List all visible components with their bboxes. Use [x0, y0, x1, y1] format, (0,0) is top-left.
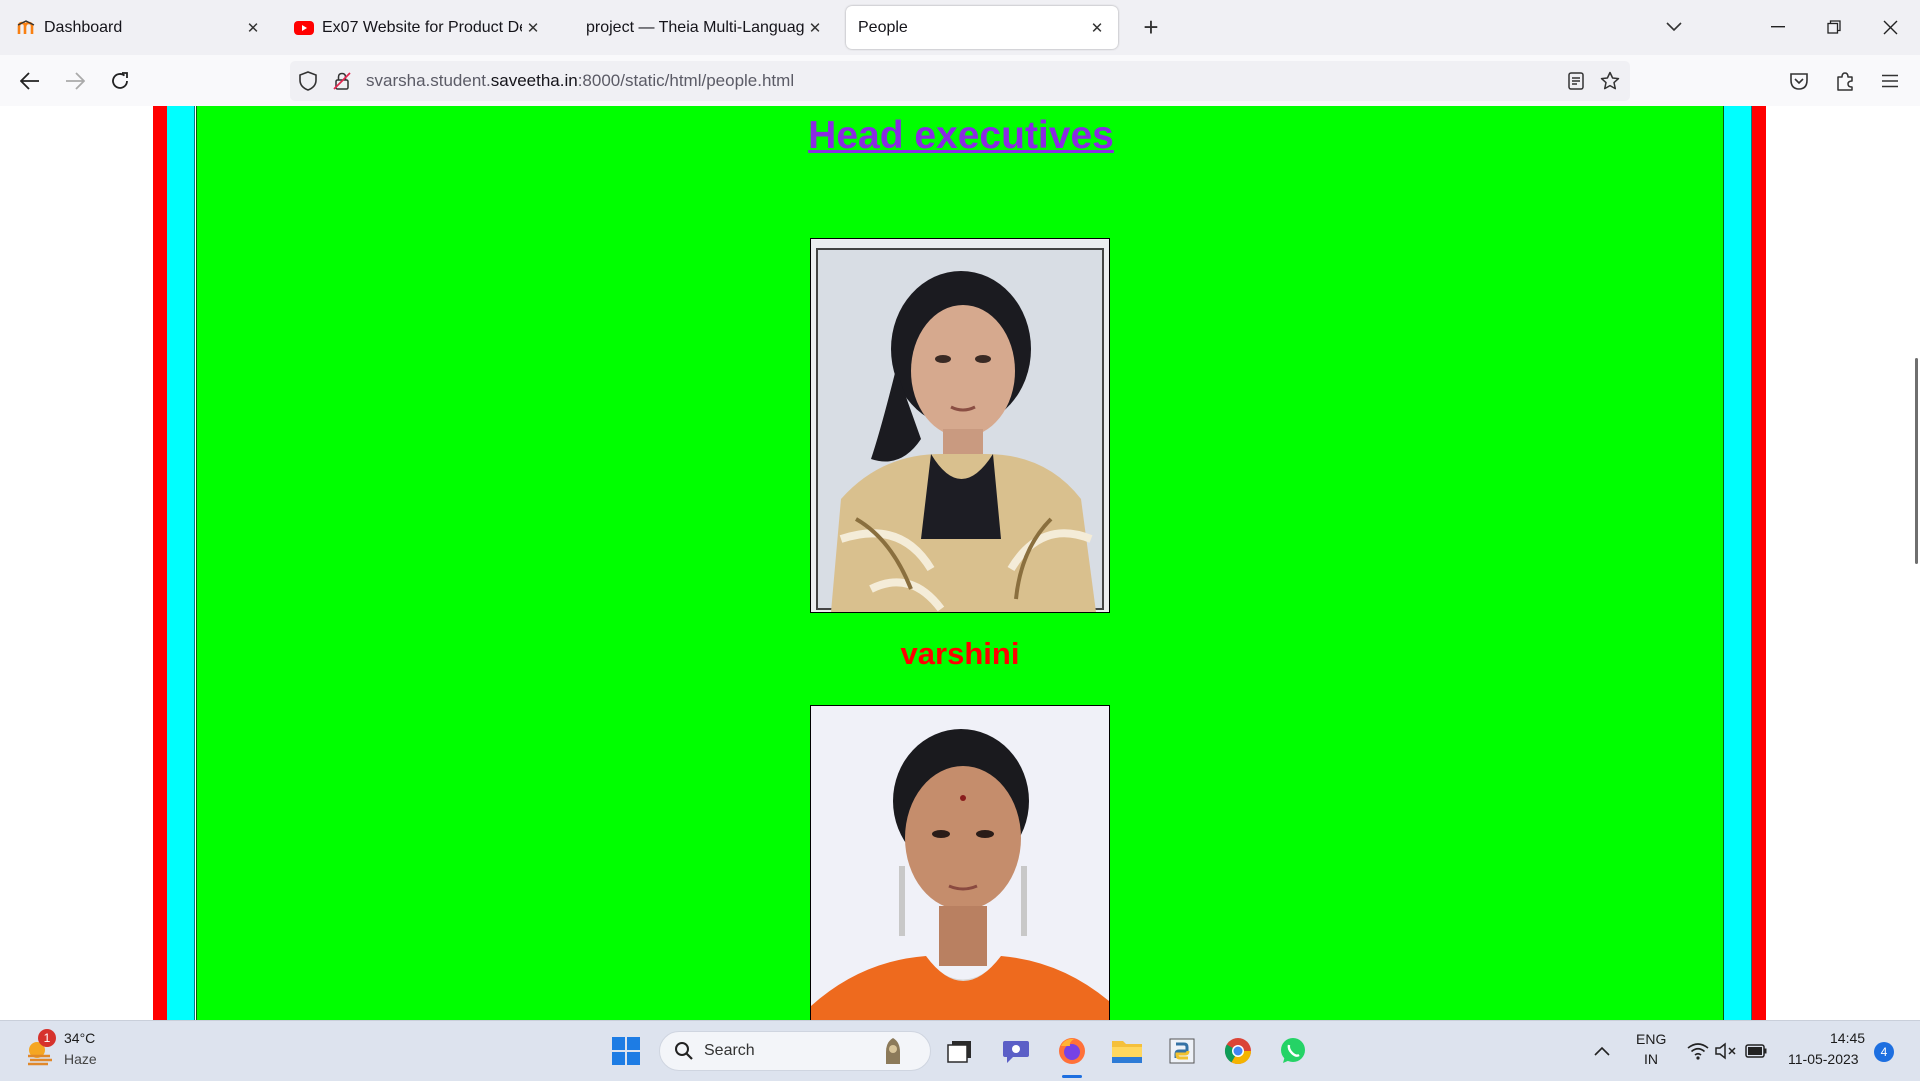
back-arrow-icon[interactable] [13, 64, 47, 98]
moodle-icon [16, 18, 36, 38]
battery-icon[interactable] [1736, 1031, 1776, 1071]
left-cyan-border [167, 106, 195, 1020]
taskbar-search-box[interactable]: Search [659, 1031, 931, 1071]
left-red-border [153, 106, 167, 1020]
person-photo-2 [810, 705, 1110, 1020]
teams-chat-icon[interactable] [996, 1031, 1036, 1071]
page-heading[interactable]: Head executives [1, 114, 1920, 158]
reload-icon[interactable] [103, 64, 137, 98]
show-hidden-icons-chevron-icon[interactable] [1582, 1031, 1622, 1071]
portrait-image [811, 239, 1109, 612]
weather-badge: 1 [38, 1029, 56, 1047]
close-tab-icon[interactable]: ✕ [1086, 17, 1108, 39]
restore-icon[interactable] [1814, 10, 1854, 44]
clock-time[interactable]: 14:45 [1830, 1030, 1865, 1046]
url-bar[interactable]: svarsha.student.saveetha.in:8000/static/… [290, 61, 1630, 101]
tab-theia[interactable]: project — Theia Multi-Language Ex ✕ [562, 6, 836, 49]
right-red-border [1752, 106, 1766, 1020]
close-tab-icon[interactable]: ✕ [242, 17, 264, 39]
file-explorer-icon[interactable] [1107, 1031, 1147, 1071]
task-view-icon[interactable] [940, 1031, 980, 1071]
url-prefix: svarsha.student. [366, 71, 491, 90]
tab-title: Ex07 Website for Product Devel [322, 18, 522, 36]
firefox-icon[interactable] [1052, 1031, 1092, 1071]
url-path: :8000/static/html/people.html [577, 71, 795, 90]
portrait-image [811, 706, 1109, 1020]
tab-strip: Dashboard ✕ Ex07 Website for Product Dev… [0, 0, 1920, 55]
menu-hamburger-icon[interactable] [1873, 64, 1907, 98]
windows-start-icon[interactable] [606, 1031, 646, 1071]
search-icon [674, 1041, 694, 1066]
tab-title: project — Theia Multi-Language Ex [586, 18, 804, 36]
tab-list-chevron-icon[interactable] [1654, 10, 1694, 44]
weather-temp: 34°C [64, 1030, 96, 1046]
extensions-icon[interactable] [1828, 64, 1862, 98]
language-bottom[interactable]: IN [1644, 1051, 1658, 1067]
notification-badge[interactable]: 4 [1874, 1042, 1894, 1062]
tab-dashboard[interactable]: Dashboard ✕ [4, 6, 274, 49]
language-top[interactable]: ENG [1636, 1031, 1666, 1047]
page-viewport: Head executives varshini [0, 106, 1920, 1020]
person-name-1: varshini [900, 636, 1020, 671]
insecure-lock-icon[interactable] [330, 69, 354, 93]
url-domain: saveetha.in [490, 71, 578, 90]
tab-youtube[interactable]: Ex07 Website for Product Devel ✕ [282, 6, 554, 49]
page-scrollbar[interactable] [1915, 358, 1918, 564]
clock-date[interactable]: 11-05-2023 [1788, 1051, 1859, 1067]
forward-arrow-icon[interactable] [58, 64, 92, 98]
tab-title: People [858, 18, 908, 36]
bookmark-star-icon[interactable] [1598, 69, 1622, 93]
person-photo-1 [810, 238, 1110, 613]
navigation-bar: svarsha.student.saveetha.in:8000/static/… [0, 55, 1920, 107]
close-tab-icon[interactable]: ✕ [804, 17, 826, 39]
reader-view-icon[interactable] [1564, 69, 1588, 93]
search-label: Search [704, 1042, 755, 1059]
python-idle-icon[interactable] [1162, 1031, 1202, 1071]
active-app-indicator [1062, 1075, 1082, 1078]
search-highlight-icon [878, 1036, 908, 1071]
new-tab-button[interactable]: + [1136, 12, 1166, 42]
close-tab-icon[interactable]: ✕ [522, 17, 544, 39]
close-window-icon[interactable] [1870, 10, 1910, 44]
chrome-icon[interactable] [1218, 1031, 1258, 1071]
weather-desc: Haze [64, 1051, 97, 1067]
tab-people[interactable]: People ✕ [846, 6, 1118, 49]
pocket-icon[interactable] [1782, 64, 1816, 98]
tab-title: Dashboard [44, 18, 123, 36]
url-text[interactable]: svarsha.student.saveetha.in:8000/static/… [366, 71, 794, 91]
whatsapp-icon[interactable] [1273, 1031, 1313, 1071]
right-cyan-border [1724, 106, 1752, 1020]
minimize-icon[interactable] [1758, 10, 1798, 44]
taskbar: 1 34°C Haze Search ENG IN 14:45 11-05-20… [0, 1020, 1920, 1081]
youtube-icon [294, 18, 314, 38]
shield-icon[interactable] [296, 69, 320, 93]
